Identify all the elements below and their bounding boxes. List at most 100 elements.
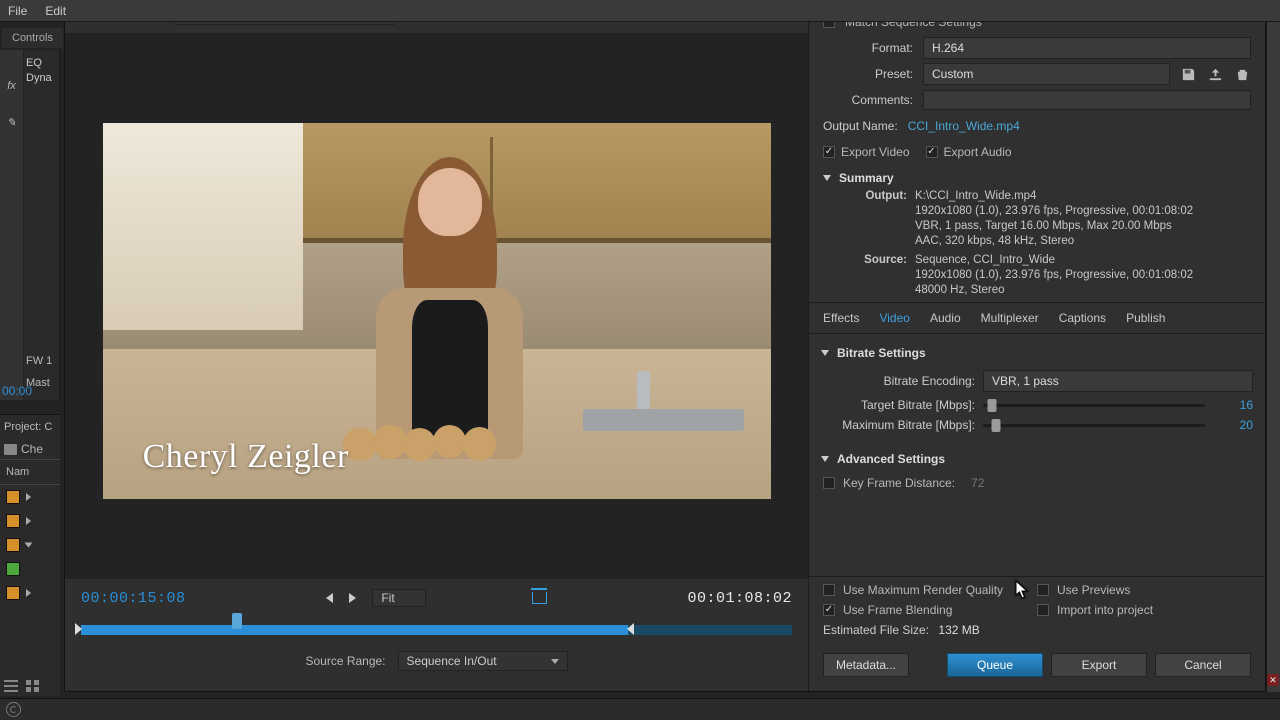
tab-effects[interactable]: Effects [823,311,859,325]
list-view-icon[interactable] [4,680,18,692]
target-bitrate-value[interactable]: 16 [1213,398,1253,412]
source-range-label: Source Range: [305,654,385,668]
menu-bar: File Edit [0,0,1280,22]
export-audio-label: Export Audio [944,145,1012,159]
pen-icon[interactable]: ✎ [7,116,16,129]
delete-preset-icon[interactable] [1234,67,1251,82]
source-range-value: Sequence In/Out [407,654,497,668]
fw-label: FW 1 [26,350,52,372]
tab-publish[interactable]: Publish [1126,311,1165,325]
preset-label: Preset: [823,67,913,81]
color-swatch [6,490,20,504]
menu-edit[interactable]: Edit [45,4,66,18]
zoom-fit-label: Fit [381,591,394,605]
crop-icon[interactable] [532,592,547,604]
comments-input[interactable] [923,90,1251,110]
tab-multiplexer[interactable]: Multiplexer [981,311,1039,325]
frame-blending-checkbox[interactable] [823,604,835,616]
max-bitrate-label: Maximum Bitrate [Mbps]: [835,418,975,432]
summary-header[interactable]: Summary [823,167,1251,189]
timecode-current[interactable]: 00:00:15:08 [81,590,186,607]
max-bitrate-value[interactable]: 20 [1213,418,1253,432]
export-video-checkbox[interactable] [823,146,835,158]
step-back-button[interactable] [326,593,333,603]
bitrate-settings-title: Bitrate Settings [837,346,926,360]
project-search-text[interactable]: Che [21,442,43,456]
estimated-size-value: 132 MB [938,623,979,637]
keyframe-distance-label: Key Frame Distance: [843,476,955,490]
timecode-duration: 00:01:08:02 [687,590,792,607]
target-bitrate-slider[interactable] [983,404,1205,407]
color-swatch [6,586,20,600]
timeline-ruler[interactable] [81,619,792,643]
cancel-button[interactable]: Cancel [1155,653,1251,677]
queue-button[interactable]: Queue [947,653,1043,677]
chevron-down-icon [551,659,559,664]
color-swatch [6,562,20,576]
disclosure-triangle-icon[interactable] [25,543,33,548]
menu-file[interactable]: File [8,4,27,18]
grid-view-icon[interactable] [26,680,40,692]
bitrate-settings-header[interactable]: Bitrate Settings [817,342,1253,364]
fx-icon[interactable]: fx [7,80,16,92]
creative-cloud-icon[interactable] [6,702,21,717]
folder-icon[interactable] [4,444,17,455]
project-name-header[interactable]: Nam [0,459,60,485]
export-audio-checkbox[interactable] [926,146,938,158]
source-range-dropdown[interactable]: Sequence In/Out [398,651,568,671]
playhead[interactable] [232,613,242,629]
export-settings-dialog: Source Scaling: Scale To Fit [64,0,1266,692]
summary-title: Summary [839,171,894,185]
project-row[interactable] [0,581,60,605]
import-project-checkbox[interactable] [1037,604,1049,616]
tab-captions[interactable]: Captions [1059,311,1106,325]
slider-thumb[interactable] [992,419,1001,432]
project-row[interactable] [0,533,60,557]
zoom-fit-dropdown[interactable]: Fit [372,589,425,607]
out-point-marker[interactable] [627,623,634,635]
metadata-button[interactable]: Metadata... [823,653,909,677]
preset-value: Custom [932,67,973,81]
format-value: H.264 [932,41,964,55]
scrollbar-gutter[interactable]: ✕ [1266,0,1280,692]
save-preset-icon[interactable] [1180,67,1197,82]
project-row[interactable] [0,509,60,533]
max-render-quality-label: Use Maximum Render Quality [843,583,1003,597]
disclosure-triangle-icon[interactable] [26,493,31,501]
advanced-settings-header[interactable]: Advanced Settings [817,448,1253,470]
summary-content: Output:K:\CCI_Intro_Wide.mp4 1920x1080 (… [823,189,1251,298]
project-row[interactable] [0,485,60,509]
import-preset-icon[interactable] [1207,67,1224,82]
color-swatch [6,538,20,552]
effect-controls-tab[interactable]: Controls [2,28,63,48]
export-settings-pane: Match Sequence Settings Format: H.264 Pr… [809,1,1265,691]
in-point-marker[interactable] [75,623,82,635]
dynamics-label: Dyna [26,71,52,86]
status-bar [0,698,1280,720]
output-name-link[interactable]: CCI_Intro_Wide.mp4 [908,119,1020,133]
bitrate-encoding-dropdown[interactable]: VBR, 1 pass [983,370,1253,392]
panel-timecode: 00:00 [2,384,32,398]
preset-dropdown[interactable]: Custom [923,63,1170,85]
keyframe-distance-checkbox[interactable] [823,477,835,489]
video-preview[interactable]: Cheryl Zeigler [103,123,771,499]
twirl-down-icon [821,350,829,356]
lower-third-text: Cheryl Zeigler [143,438,349,476]
format-dropdown[interactable]: H.264 [923,37,1251,59]
slider-thumb[interactable] [987,399,996,412]
max-bitrate-slider[interactable] [983,424,1205,427]
format-label: Format: [823,41,913,55]
step-forward-button[interactable] [349,593,356,603]
tab-video[interactable]: Video [879,311,909,325]
close-icon[interactable]: ✕ [1267,674,1279,686]
tab-audio[interactable]: Audio [930,311,961,325]
comments-label: Comments: [823,93,913,107]
max-render-quality-checkbox[interactable] [823,584,835,596]
use-previews-checkbox[interactable] [1037,584,1049,596]
disclosure-triangle-icon[interactable] [26,517,31,525]
project-row[interactable] [0,557,60,581]
export-button[interactable]: Export [1051,653,1147,677]
disclosure-triangle-icon[interactable] [26,589,31,597]
project-panel: Project: C Che Nam [0,414,60,696]
export-preview-pane: Source Scaling: Scale To Fit [65,1,809,691]
